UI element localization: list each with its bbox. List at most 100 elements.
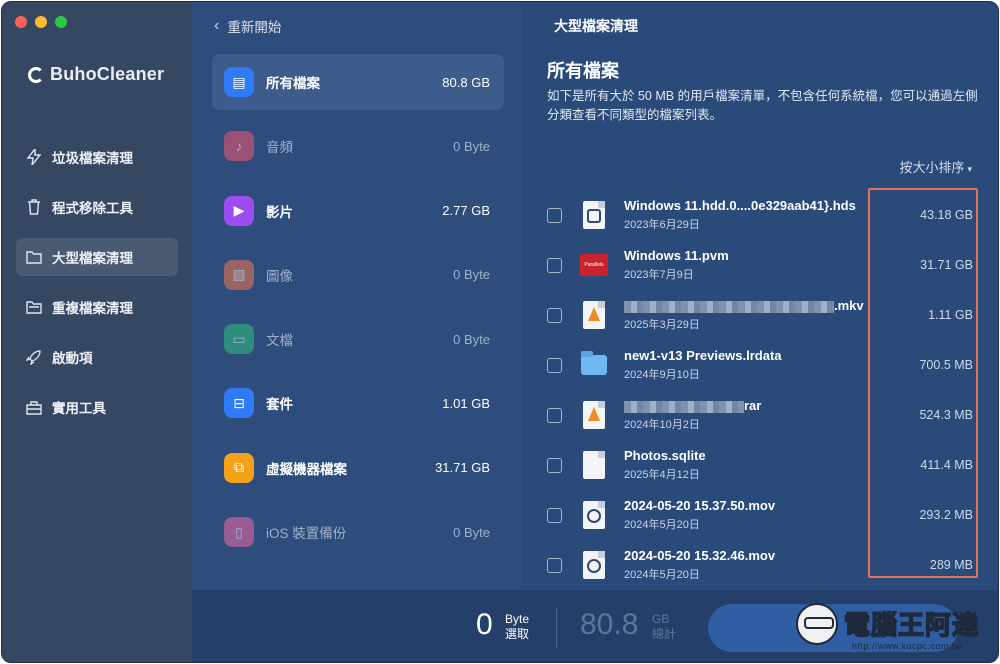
page-title: 大型檔案清理 bbox=[554, 18, 638, 34]
vlc-mkv-icon bbox=[580, 300, 608, 330]
category-label: 所有檔案 bbox=[266, 76, 320, 91]
folder-icon bbox=[26, 249, 42, 265]
file-checkbox[interactable] bbox=[547, 357, 562, 373]
virtual-machine-icon: ⧉ bbox=[224, 452, 254, 483]
category-all-files[interactable]: ▤ 所有檔案 80.8 GB bbox=[212, 54, 504, 110]
category-size: 2.77 GB bbox=[442, 203, 490, 219]
mascot-icon bbox=[796, 603, 838, 645]
category-packages[interactable]: ⊟ 套件 1.01 GB bbox=[212, 375, 504, 431]
category-label: 套件 bbox=[266, 397, 293, 413]
restart-label: 重新開始 bbox=[227, 20, 282, 35]
sort-label: 按大小排序 bbox=[899, 160, 965, 175]
video-icon: ▶ bbox=[224, 195, 254, 226]
sidebar-item-toolkit[interactable]: 實用工具 bbox=[16, 388, 178, 426]
app-logo-icon bbox=[28, 66, 44, 83]
file-checkbox[interactable] bbox=[547, 557, 562, 573]
rocket-icon bbox=[26, 349, 42, 365]
sidebar-item-label: 垃圾檔案清理 bbox=[52, 151, 133, 166]
ios-backup-icon: ▯ bbox=[224, 517, 254, 548]
sidebar-item-label: 實用工具 bbox=[52, 401, 106, 416]
sidebar-item-startup-items[interactable]: 啟動項 bbox=[16, 338, 178, 376]
section-title: 所有檔案 bbox=[547, 61, 619, 81]
sidebar-item-app-uninstaller[interactable]: 程式移除工具 bbox=[16, 188, 178, 226]
toolbox-icon bbox=[26, 399, 42, 415]
category-audio[interactable]: ♪ 音頻 0 Byte bbox=[212, 118, 504, 174]
sidebar-item-label: 重複檔案清理 bbox=[52, 301, 133, 316]
category-size: 0 Byte bbox=[453, 524, 490, 540]
hdd-file-icon bbox=[580, 200, 608, 230]
audio-icon: ♪ bbox=[224, 131, 254, 162]
parallels-icon: Parallels bbox=[580, 250, 608, 280]
redacted-filename bbox=[624, 300, 834, 313]
watermark-url: http://www.kocpc.com.tw bbox=[852, 641, 963, 651]
trash-icon bbox=[26, 199, 42, 215]
category-image[interactable]: ▨ 圖像 0 Byte bbox=[212, 247, 504, 303]
category-size: 1.01 GB bbox=[442, 395, 490, 411]
file-checkbox[interactable] bbox=[547, 257, 562, 273]
category-label: 圖像 bbox=[266, 268, 293, 284]
quicktime-icon bbox=[580, 500, 608, 530]
category-documents[interactable]: ▭ 文檔 0 Byte bbox=[212, 311, 504, 367]
sort-dropdown[interactable]: 按大小排序 ▾ bbox=[899, 157, 972, 176]
package-icon: ⊟ bbox=[224, 388, 254, 419]
category-label: 影片 bbox=[266, 204, 293, 220]
all-files-icon: ▤ bbox=[224, 67, 254, 97]
app-brand: BuhoCleaner bbox=[28, 64, 164, 85]
selected-unit-text: Byte bbox=[505, 612, 530, 626]
app-name: BuhoCleaner bbox=[50, 64, 165, 84]
zoom-window-button[interactable] bbox=[55, 16, 67, 28]
file-checkbox[interactable] bbox=[547, 307, 562, 323]
size-highlight-box bbox=[868, 188, 978, 578]
restart-button[interactable]: ‹ 重新開始 bbox=[214, 16, 281, 36]
sidebar-nav: 垃圾檔案清理 程式移除工具 大型檔案清理 重複檔案清理 啟動項 實用工具 bbox=[16, 138, 178, 438]
selected-size-unit: Byte 選取 bbox=[505, 612, 529, 642]
category-label: 音頻 bbox=[266, 140, 293, 156]
total-unit-text: GB bbox=[652, 612, 670, 626]
selected-label: 選取 bbox=[505, 627, 530, 641]
file-name: rar bbox=[744, 398, 762, 413]
file-checkbox[interactable] bbox=[547, 207, 562, 223]
document-icon: ▭ bbox=[224, 324, 254, 355]
total-label: 總計 bbox=[652, 627, 677, 641]
folder-icon bbox=[580, 350, 608, 380]
category-ios-backup[interactable]: ▯ iOS 裝置備份 0 Byte bbox=[212, 504, 504, 560]
total-size-unit: GB 總計 bbox=[652, 612, 676, 642]
sidebar-item-label: 啟動項 bbox=[52, 351, 93, 366]
divider bbox=[556, 608, 557, 648]
sidebar-item-label: 大型檔案清理 bbox=[52, 251, 133, 266]
file-checkbox[interactable] bbox=[547, 507, 562, 523]
category-label: 文檔 bbox=[266, 333, 293, 349]
duplicate-folder-icon bbox=[26, 299, 42, 315]
sidebar-item-duplicate-files[interactable]: 重複檔案清理 bbox=[16, 288, 178, 326]
redacted-filename bbox=[624, 400, 744, 413]
watermark-text: 電腦王阿達 bbox=[843, 609, 980, 641]
vlc-icon bbox=[580, 400, 608, 430]
sidebar: BuhoCleaner 垃圾檔案清理 程式移除工具 大型檔案清理 重複檔案清理 … bbox=[2, 2, 192, 662]
lightning-icon bbox=[26, 149, 42, 165]
window-controls bbox=[15, 16, 67, 28]
quicktime-icon bbox=[580, 550, 608, 580]
file-name: .mkv bbox=[834, 298, 864, 313]
category-size: 31.71 GB bbox=[435, 460, 490, 476]
file-checkbox[interactable] bbox=[547, 407, 562, 423]
category-list: ▤ 所有檔案 80.8 GB ♪ 音頻 0 Byte ▶ 影片 2.77 GB … bbox=[212, 54, 504, 568]
category-size: 0 Byte bbox=[453, 138, 490, 154]
blank-file-icon bbox=[580, 450, 608, 480]
minimize-window-button[interactable] bbox=[35, 16, 47, 28]
app-window: BuhoCleaner 垃圾檔案清理 程式移除工具 大型檔案清理 重複檔案清理 … bbox=[1, 1, 999, 663]
selected-size-value: 0 bbox=[476, 608, 493, 641]
section-description: 如下是所有大於 50 MB 的用戶檔案清單，不包含任何系統檔，您可以通過左側分類… bbox=[547, 89, 978, 122]
image-icon: ▨ bbox=[224, 259, 254, 290]
file-checkbox[interactable] bbox=[547, 457, 562, 473]
category-virtual-machines[interactable]: ⧉ 虛擬機器檔案 31.71 GB bbox=[212, 440, 504, 496]
sidebar-item-large-files[interactable]: 大型檔案清理 bbox=[16, 238, 178, 276]
category-video[interactable]: ▶ 影片 2.77 GB bbox=[212, 183, 504, 239]
category-label: iOS 裝置備份 bbox=[266, 526, 347, 542]
category-size: 0 Byte bbox=[453, 267, 490, 283]
sidebar-item-junk-cleaner[interactable]: 垃圾檔案清理 bbox=[16, 138, 178, 176]
chevron-left-icon: ‹ bbox=[214, 17, 220, 34]
sidebar-item-label: 程式移除工具 bbox=[52, 201, 133, 216]
watermark: 電腦王阿達 http://www.kocpc.com.tw bbox=[790, 595, 990, 659]
close-window-button[interactable] bbox=[15, 16, 27, 28]
category-label: 虛擬機器檔案 bbox=[266, 461, 347, 477]
